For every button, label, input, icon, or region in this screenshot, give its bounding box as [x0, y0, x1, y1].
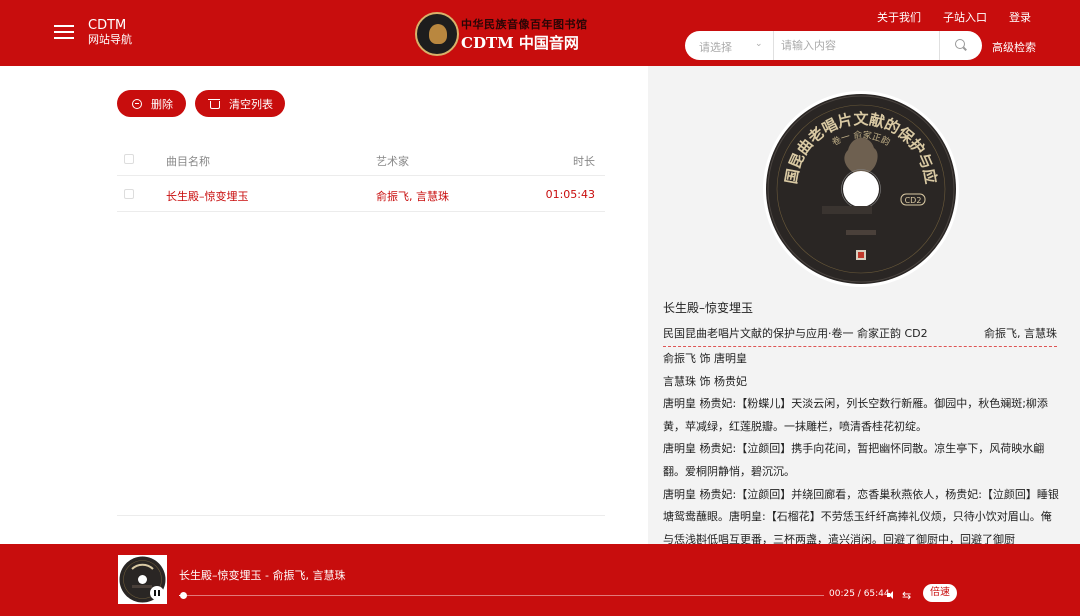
song-title: 长生殿–惊变埋玉 [663, 301, 754, 315]
track-name[interactable]: 长生殿–惊变埋玉 [166, 188, 249, 204]
album-disc-image: 民国昆曲老唱片文献的保护与应用 卷一 俞家正韵 CD2 [754, 76, 959, 287]
chevron-down-icon[interactable]: ⌄ [755, 39, 763, 49]
about-link[interactable]: 关于我们 [877, 9, 921, 25]
loop-icon[interactable]: ⇆ [902, 590, 911, 601]
search-input[interactable] [781, 35, 931, 56]
table-row[interactable]: 长生殿–惊变埋玉 俞振飞, 言慧珠 01:05:43 [117, 176, 605, 212]
album-disc-image: 民国昆曲老唱片文献的保护与应用 卷一 俞家正韵 CD2 [754, 76, 960, 288]
album-name[interactable]: 民国昆曲老唱片文献的保护与应用·卷一 俞家正韵 CD2 [663, 325, 928, 341]
album-info: 民国昆曲老唱片文献的保护与应用·卷一 俞家正韵 CD2 俞振飞, 言慧珠 [663, 325, 1057, 347]
progress-bar[interactable] [179, 592, 824, 599]
menu-icon[interactable] [54, 25, 74, 40]
logo-emblem-icon [415, 12, 459, 56]
audio-player-bar: 长生殿–惊变埋玉 - 俞振飞, 言慧珠 00:25 / 65:44 ⇆ 倍速 [0, 544, 1080, 616]
delete-label: 删除 [151, 97, 173, 111]
search-category-select[interactable]: 请选择 [699, 39, 732, 55]
now-playing-title: 长生殿–惊变埋玉 - 俞振飞, 言慧珠 [179, 569, 346, 582]
speed-button[interactable]: 倍速 [923, 584, 957, 602]
logo-calligraphy: 中华民族音像百年图书馆 [461, 18, 588, 31]
column-duration: 时长 [573, 155, 595, 168]
select-all-checkbox[interactable] [124, 154, 134, 164]
lyrics-line: 唐明皇 杨贵妃:【粉蝶儿】天淡云闲，列长空数行新雁。御园中，秋色斓斑;柳添黄，苹… [663, 397, 1048, 433]
clear-list-label: 清空列表 [229, 97, 273, 111]
divider [117, 515, 605, 516]
pause-button[interactable] [150, 586, 164, 600]
column-name: 曲目名称 [166, 155, 210, 168]
divider [939, 31, 940, 60]
site-name[interactable]: CDTM [88, 19, 126, 33]
search-button[interactable] [947, 36, 975, 55]
minus-circle-icon [132, 98, 142, 109]
lyrics-text: 俞振飞 饰 唐明皇 言慧珠 饰 杨贵妃 唐明皇 杨贵妃:【粉蝶儿】天淡云闲，列长… [663, 348, 1061, 544]
album-artists[interactable]: 俞振飞, 言慧珠 [984, 325, 1057, 341]
volume-icon[interactable] [887, 591, 896, 600]
top-links: 关于我们 子站入口 登录 [877, 9, 1031, 25]
track-artist[interactable]: 俞振飞, 言慧珠 [376, 188, 449, 204]
lyrics-line: 俞振飞 饰 唐明皇 [663, 352, 747, 365]
row-checkbox[interactable] [124, 189, 134, 199]
logo-text: CDTM 中国音网 [461, 34, 579, 52]
site-header: CDTM 网站导航 中华民族音像百年图书馆 CDTM 中国音网 关于我们 子站入… [0, 0, 1080, 66]
column-artist: 艺术家 [376, 155, 409, 168]
lyrics-line: 唐明皇 杨贵妃:【泣颜回】携手向花间，暂把幽怀同散。凉生亭下，风荷映水翩翻。爱桐… [663, 442, 1045, 478]
subsite-link[interactable]: 子站入口 [943, 9, 987, 25]
table-header: 曲目名称 艺术家 时长 [117, 142, 605, 176]
track-detail-panel: 民国昆曲老唱片文献的保护与应用 卷一 俞家正韵 CD2 长生殿–惊变埋玉 民国昆… [648, 66, 1080, 544]
site-logo[interactable]: 中华民族音像百年图书馆 CDTM 中国音网 [415, 12, 587, 56]
clear-list-button[interactable]: 清空列表 [195, 90, 285, 117]
playback-time: 00:25 / 65:44 [829, 589, 890, 599]
progress-handle[interactable] [180, 592, 188, 599]
login-link[interactable]: 登录 [1009, 9, 1031, 25]
search-box: 请选择 ⌄ [685, 31, 982, 60]
divider [773, 31, 774, 60]
delete-button[interactable]: 删除 [117, 90, 186, 117]
playlist-table: 曲目名称 艺术家 时长 长生殿–惊变埋玉 俞振飞, 言慧珠 01:05:43 [117, 142, 605, 212]
playlist-panel: 删除 清空列表 曲目名称 艺术家 时长 长生殿–惊变埋玉 俞振飞, 言慧珠 01… [0, 66, 648, 544]
disc-cd-label: CD2 [905, 196, 922, 205]
site-nav-link[interactable]: 网站导航 [88, 34, 132, 46]
advanced-search-link[interactable]: 高级检索 [992, 39, 1036, 55]
lyrics-line: 唐明皇 杨贵妃:【泣颜回】并绕回廊看，恋香巢秋燕依人，杨贵妃:【泣颜回】睡银塘鸳… [663, 487, 1059, 544]
lyrics-line: 言慧珠 饰 杨贵妃 [663, 374, 747, 388]
trash-icon [208, 98, 220, 109]
search-icon [955, 39, 965, 49]
track-duration: 01:05:43 [545, 188, 595, 201]
